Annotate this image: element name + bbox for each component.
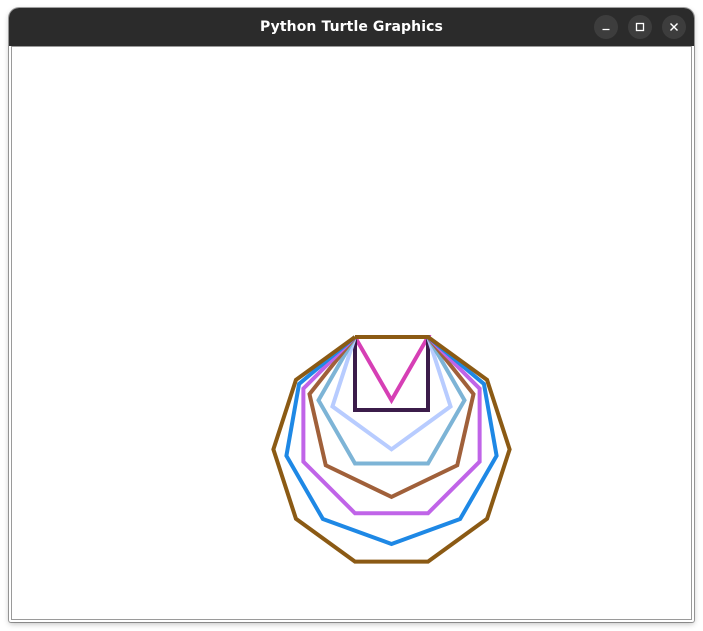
turtle-drawing [271, 335, 512, 564]
minimize-button[interactable] [594, 15, 618, 39]
polygon-3-sides [353, 335, 432, 405]
window-title: Python Turtle Graphics [260, 19, 443, 35]
maximize-icon [635, 22, 645, 32]
maximize-button[interactable] [628, 15, 652, 39]
polygon-7-sides [307, 335, 476, 500]
window-controls [594, 15, 686, 39]
turtle-canvas[interactable] [11, 46, 692, 620]
title-bar[interactable]: Python Turtle Graphics [9, 8, 694, 46]
turtle-window: Python Turtle Graphics [9, 8, 694, 622]
minimize-icon [602, 28, 610, 31]
close-icon [670, 23, 678, 31]
polygon-5-sides [330, 335, 453, 452]
polygon-8-sides [301, 335, 482, 516]
close-button[interactable] [662, 15, 686, 39]
